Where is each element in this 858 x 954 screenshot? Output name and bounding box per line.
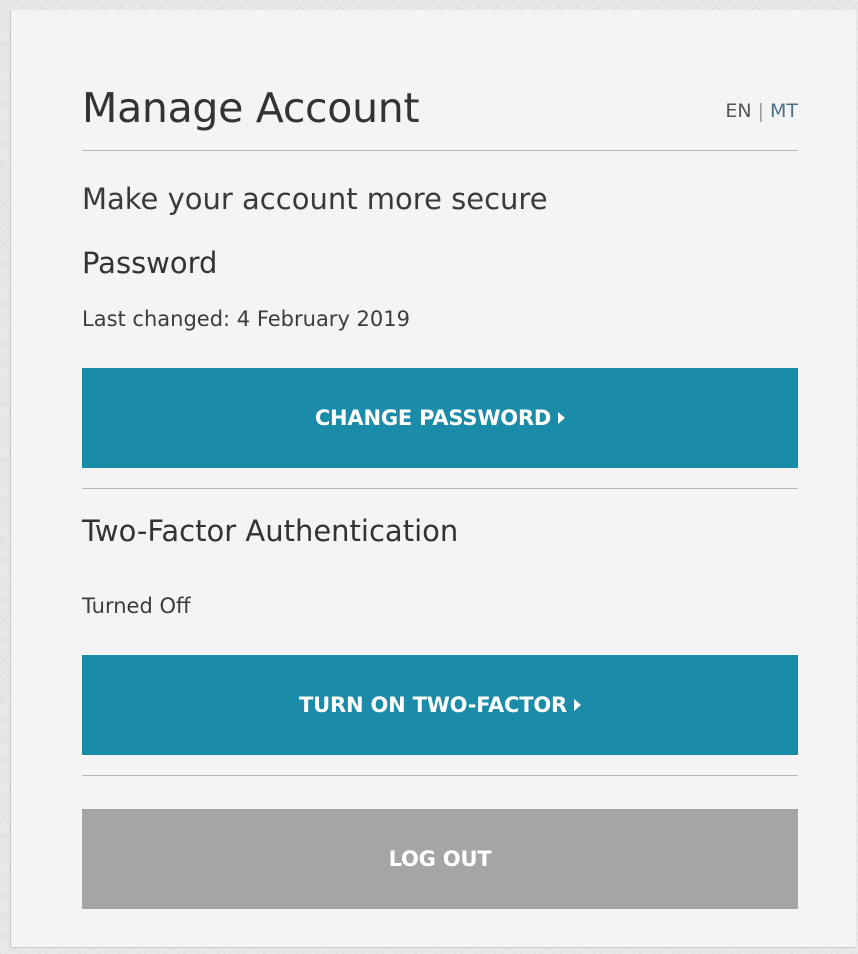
logout-button[interactable]: LOG OUT [82, 809, 798, 909]
logout-label: LOG OUT [388, 847, 492, 871]
password-section-divider [82, 488, 798, 489]
turn-on-two-factor-label: TURN ON TWO-FACTOR [299, 693, 567, 717]
caret-right-icon [573, 699, 581, 711]
caret-right-icon [558, 412, 566, 424]
password-last-changed: Last changed: 4 February 2019 [82, 307, 410, 331]
change-password-label: CHANGE PASSWORD [314, 406, 552, 430]
panel-header: Manage Account EN | MT [82, 84, 798, 154]
two-factor-section-divider [82, 775, 798, 776]
language-en-link[interactable]: EN [725, 100, 751, 122]
header-divider [82, 150, 798, 151]
two-factor-heading: Two-Factor Authentication [82, 514, 459, 548]
turn-on-two-factor-button[interactable]: TURN ON TWO-FACTOR [82, 655, 798, 755]
language-switcher: EN | MT [725, 100, 798, 122]
language-separator: | [757, 100, 764, 122]
password-heading: Password [82, 246, 218, 280]
two-factor-status: Turned Off [82, 594, 191, 618]
change-password-button[interactable]: CHANGE PASSWORD [82, 368, 798, 468]
manage-account-panel: Manage Account EN | MT Make your account m… [10, 10, 856, 948]
page-title: Manage Account [82, 84, 420, 132]
language-mt-link[interactable]: MT [770, 100, 798, 122]
security-subtitle: Make your account more secure [82, 182, 548, 216]
